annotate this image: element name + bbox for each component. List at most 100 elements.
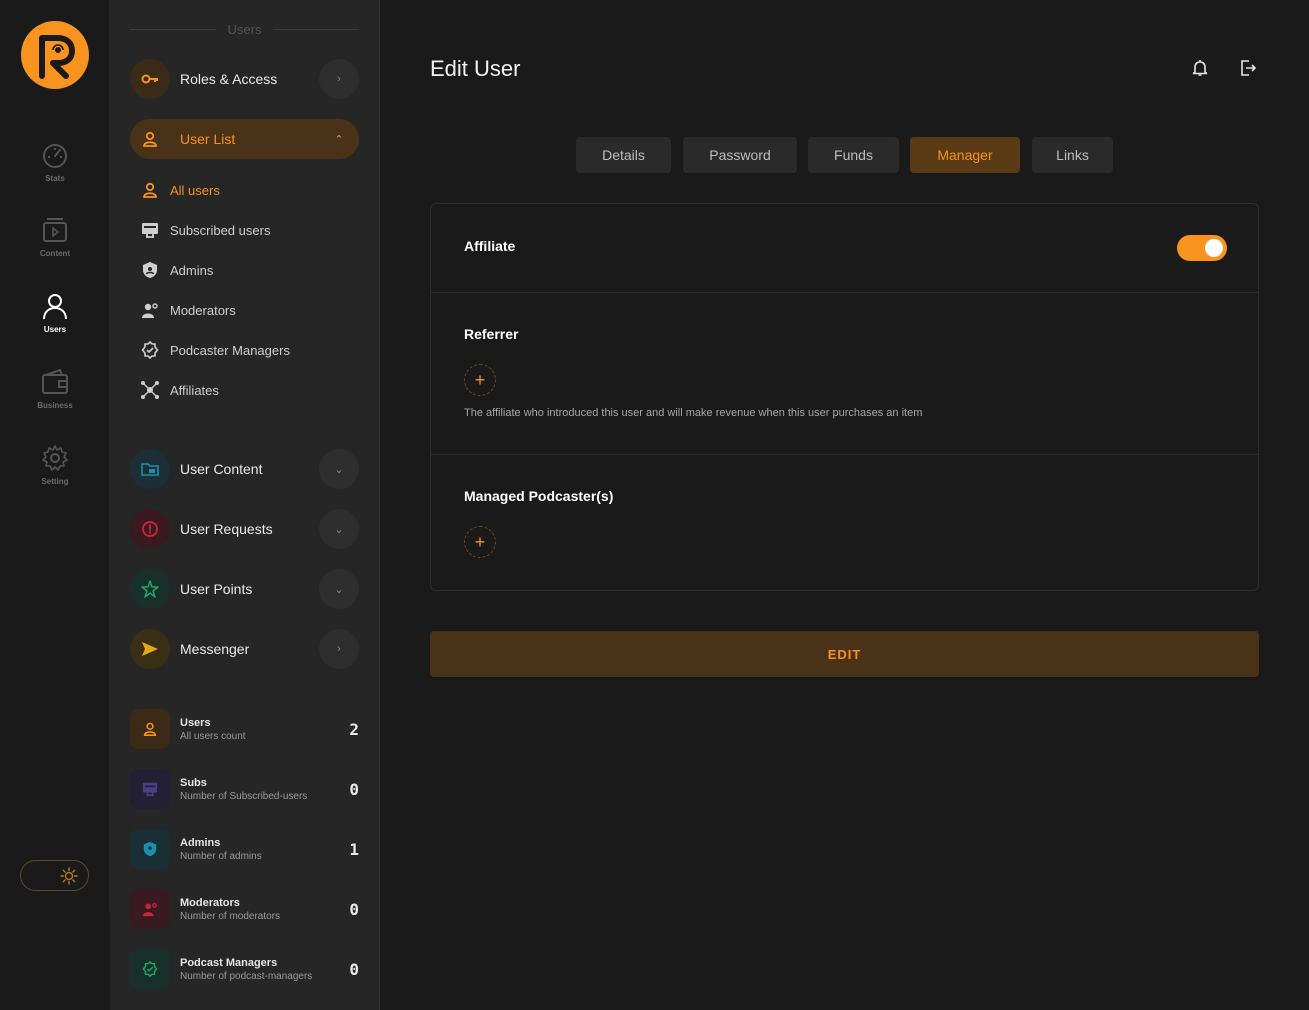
logout-icon[interactable]: [1236, 56, 1260, 80]
user-settings-icon: [130, 889, 170, 929]
sub-item-label: Admins: [170, 262, 214, 278]
stat-subtitle: Number of admins: [180, 850, 262, 862]
stat-subtitle: Number of Subscribed-users: [180, 790, 308, 802]
rail-label: Users: [43, 325, 67, 334]
menu-group-user-list[interactable]: User List ⌃: [130, 119, 359, 159]
stat-title: Subs: [180, 776, 207, 789]
menu-group-label: User Requests: [180, 521, 273, 537]
network-icon: [140, 380, 160, 400]
sub-item-label: Subscribed users: [170, 222, 271, 238]
menu-group-label: User Points: [180, 581, 253, 597]
tab-manager[interactable]: Manager: [910, 137, 1020, 173]
rail-label: Business: [37, 401, 73, 410]
menu-group-user-requests[interactable]: User Requests ⌄: [130, 509, 359, 549]
rail-item-users[interactable]: Users: [0, 291, 110, 334]
stat-title: Podcast Managers: [180, 956, 278, 969]
sub-item-all-users[interactable]: All users: [140, 180, 220, 200]
user-settings-icon: [140, 300, 160, 320]
menu-group-label: User List: [180, 131, 236, 147]
rail-label: Stats: [45, 174, 65, 183]
chevron-down-icon[interactable]: ⌄: [319, 449, 359, 489]
rail-item-stats[interactable]: Stats: [0, 140, 110, 183]
edit-button[interactable]: EDIT: [430, 631, 1259, 677]
app-logo[interactable]: [21, 21, 89, 89]
tab-links[interactable]: Links: [1032, 137, 1113, 173]
stat-title: Admins: [180, 836, 221, 849]
stat-value: 0: [349, 959, 359, 979]
stat-subtitle: All users count: [180, 730, 246, 742]
badge-check-icon: [130, 949, 170, 989]
stat-moderators: Moderators Number of moderators 0: [130, 889, 359, 929]
sub-item-admins[interactable]: Admins: [140, 260, 213, 280]
gauge-icon: [43, 144, 67, 168]
badge-check-icon: [140, 340, 160, 360]
menu-border: [379, 0, 380, 1010]
stat-users: Users All users count 2: [130, 709, 359, 749]
theme-toggle[interactable]: [20, 860, 89, 891]
bell-icon[interactable]: [1188, 56, 1212, 80]
shield-icon: [140, 260, 160, 280]
divider: [431, 454, 1258, 455]
star-icon: [130, 569, 170, 609]
menu-group-user-content[interactable]: User Content ⌄: [130, 449, 359, 489]
menu-group-roles-access[interactable]: Roles & Access ›: [130, 59, 359, 99]
stat-value: 2: [349, 719, 359, 739]
referrer-help-text: The affiliate who introduced this user a…: [464, 407, 923, 419]
user-icon: [43, 294, 67, 320]
gear-icon: [42, 445, 68, 471]
menu-section-title: Users: [130, 21, 360, 37]
referrer-label: Referrer: [464, 326, 519, 342]
chevron-down-icon[interactable]: ⌄: [319, 509, 359, 549]
stat-title: Users: [180, 716, 211, 729]
chevron-right-icon[interactable]: ›: [319, 629, 359, 669]
monitor-icon: [130, 769, 170, 809]
menu-group-messenger[interactable]: Messenger ›: [130, 629, 359, 669]
tab-password[interactable]: Password: [683, 137, 797, 173]
plus-icon: +: [474, 531, 486, 552]
folder-icon: [130, 449, 170, 489]
menu-group-label: Roles & Access: [180, 71, 278, 87]
stat-value: 0: [349, 899, 359, 919]
stat-subtitle: Number of moderators: [180, 910, 281, 922]
stat-subtitle: Number of podcast-managers: [180, 970, 313, 982]
stat-value: 1: [349, 839, 359, 859]
stat-admins: Admins Number of admins 1: [130, 829, 359, 869]
sub-item-label: Moderators: [170, 302, 236, 318]
key-icon: [130, 59, 170, 99]
monitor-icon: [140, 220, 160, 240]
affiliate-toggle[interactable]: [1177, 235, 1227, 261]
manager-card: Affiliate Referrer + The affiliate who i…: [430, 203, 1259, 591]
menu-group-user-points[interactable]: User Points ⌄: [130, 569, 359, 609]
tab-details[interactable]: Details: [576, 137, 671, 173]
affiliate-label: Affiliate: [464, 238, 516, 254]
sub-item-label: All users: [170, 182, 220, 198]
sub-item-moderators[interactable]: Moderators: [140, 300, 236, 320]
user-icon: [140, 180, 160, 200]
tab-funds[interactable]: Funds: [808, 137, 899, 173]
stat-podcast-managers: Podcast Managers Number of podcast-manage…: [130, 949, 359, 989]
shield-icon: [130, 829, 170, 869]
chevron-up-icon[interactable]: ⌃: [319, 119, 359, 159]
plus-icon: +: [474, 369, 486, 390]
add-referrer-button[interactable]: +: [464, 364, 496, 396]
chevron-down-icon[interactable]: ⌄: [319, 569, 359, 609]
rail-item-business[interactable]: Business: [0, 367, 110, 410]
rail-item-content[interactable]: Content: [0, 215, 110, 258]
sub-item-affiliates[interactable]: Affiliates: [140, 380, 219, 400]
add-podcaster-button[interactable]: +: [464, 526, 496, 558]
sub-item-subscribed-users[interactable]: Subscribed users: [140, 220, 270, 240]
send-icon: [130, 629, 170, 669]
chevron-right-icon[interactable]: ›: [319, 59, 359, 99]
wallet-icon: [42, 368, 68, 394]
rail-item-setting[interactable]: Setting: [0, 443, 110, 486]
user-icon: [130, 709, 170, 749]
page-title: Edit User: [430, 56, 521, 81]
sub-item-label: Podcaster Managers: [170, 342, 290, 358]
menu-group-label: Messenger: [180, 641, 250, 657]
stat-subs: Subs Number of Subscribed-users 0: [130, 769, 359, 809]
sub-item-podcaster-managers[interactable]: Podcaster Managers: [140, 340, 290, 360]
alert-icon: [130, 509, 170, 549]
divider: [431, 292, 1258, 293]
sub-item-label: Affiliates: [170, 382, 219, 398]
sun-icon: [60, 866, 78, 885]
